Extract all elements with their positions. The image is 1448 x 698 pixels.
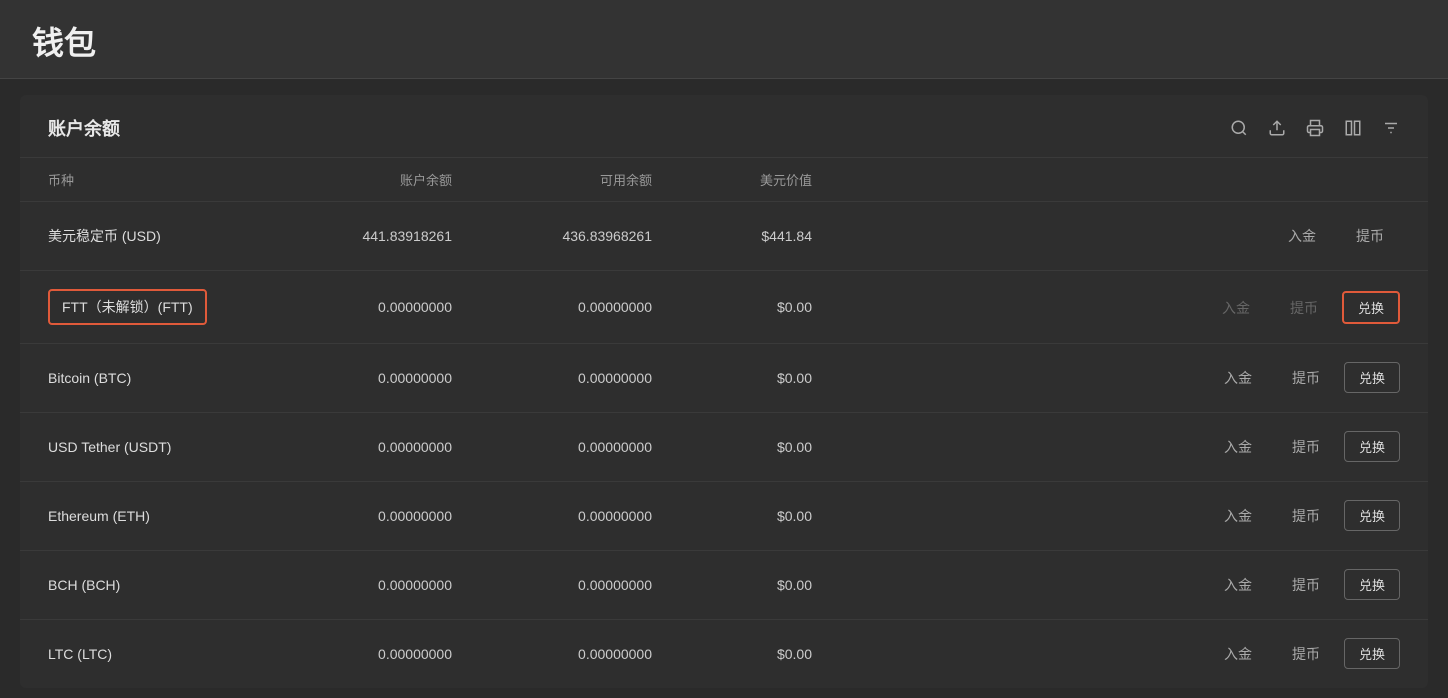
deposit-button[interactable]: 入金 xyxy=(1208,638,1268,670)
filter-icon[interactable] xyxy=(1382,119,1400,137)
actions-cell: 入金提币兑换 xyxy=(840,620,1428,689)
available-cell: 0.00000000 xyxy=(480,413,680,482)
actions-cell: 入金提币兑换 xyxy=(840,271,1428,344)
exchange-button[interactable]: 兑换 xyxy=(1344,638,1400,669)
balance-table: 币种 账户余额 可用余额 美元价值 美元稳定币 (USD)441.8391826… xyxy=(20,158,1428,688)
deposit-button[interactable]: 入金 xyxy=(1208,431,1268,463)
usd-value-cell: $0.00 xyxy=(680,271,840,344)
currency-cell: BCH (BCH) xyxy=(20,551,280,620)
actions-cell: 入金提币兑换 xyxy=(840,413,1428,482)
table-row: FTT（未解锁）(FTT)0.000000000.00000000$0.00入金… xyxy=(20,271,1428,344)
available-cell: 0.00000000 xyxy=(480,620,680,689)
available-cell: 0.00000000 xyxy=(480,271,680,344)
deposit-button[interactable]: 入金 xyxy=(1208,500,1268,532)
withdraw-button[interactable]: 提币 xyxy=(1276,638,1336,670)
usd-value-cell: $441.84 xyxy=(680,202,840,271)
balance-cell: 0.00000000 xyxy=(280,344,480,413)
currency-cell: Ethereum (ETH) xyxy=(20,482,280,551)
table-row: LTC (LTC)0.000000000.00000000$0.00入金提币兑换 xyxy=(20,620,1428,689)
section-title: 账户余额 xyxy=(48,115,120,141)
header-actions xyxy=(840,158,1428,202)
exchange-button[interactable]: 兑换 xyxy=(1344,362,1400,393)
table-row: Ethereum (ETH)0.000000000.00000000$0.00入… xyxy=(20,482,1428,551)
header-usd: 美元价值 xyxy=(680,158,840,202)
balance-cell: 0.00000000 xyxy=(280,551,480,620)
usd-value-cell: $0.00 xyxy=(680,413,840,482)
exchange-button[interactable]: 兑换 xyxy=(1344,500,1400,531)
currency-cell: FTT（未解锁）(FTT) xyxy=(20,271,280,344)
withdraw-button[interactable]: 提币 xyxy=(1276,500,1336,532)
download-icon[interactable] xyxy=(1268,119,1286,137)
balance-cell: 0.00000000 xyxy=(280,271,480,344)
search-icon[interactable] xyxy=(1230,119,1248,137)
table-row: Bitcoin (BTC)0.000000000.00000000$0.00入金… xyxy=(20,344,1428,413)
actions-cell: 入金提币兑换 xyxy=(840,344,1428,413)
deposit-button[interactable]: 入金 xyxy=(1206,292,1266,324)
usd-value-cell: $0.00 xyxy=(680,620,840,689)
exchange-button[interactable]: 兑换 xyxy=(1344,569,1400,600)
withdraw-button[interactable]: 提币 xyxy=(1340,220,1400,252)
balance-cell: 0.00000000 xyxy=(280,620,480,689)
section-header: 账户余额 xyxy=(20,95,1428,158)
withdraw-button[interactable]: 提币 xyxy=(1276,362,1336,394)
balance-cell: 0.00000000 xyxy=(280,413,480,482)
actions-cell: 入金提币兑换 xyxy=(840,482,1428,551)
withdraw-button[interactable]: 提币 xyxy=(1276,431,1336,463)
page-header: 钱包 xyxy=(0,0,1448,79)
header-balance: 账户余额 xyxy=(280,158,480,202)
exchange-button[interactable]: 兑换 xyxy=(1344,431,1400,462)
page-title: 钱包 xyxy=(32,25,96,61)
actions-cell: 入金提币兑换 xyxy=(840,551,1428,620)
withdraw-button[interactable]: 提币 xyxy=(1274,292,1334,324)
table-row: BCH (BCH)0.000000000.00000000$0.00入金提币兑换 xyxy=(20,551,1428,620)
table-row: USD Tether (USDT)0.000000000.00000000$0.… xyxy=(20,413,1428,482)
available-cell: 0.00000000 xyxy=(480,482,680,551)
currency-cell: USD Tether (USDT) xyxy=(20,413,280,482)
deposit-button[interactable]: 入金 xyxy=(1272,220,1332,252)
usd-value-cell: $0.00 xyxy=(680,482,840,551)
withdraw-button[interactable]: 提币 xyxy=(1276,569,1336,601)
available-cell: 0.00000000 xyxy=(480,551,680,620)
currency-cell: Bitcoin (BTC) xyxy=(20,344,280,413)
exchange-button[interactable]: 兑换 xyxy=(1342,291,1400,324)
table-header-row: 币种 账户余额 可用余额 美元价值 xyxy=(20,158,1428,202)
balance-cell: 0.00000000 xyxy=(280,482,480,551)
balance-cell: 441.83918261 xyxy=(280,202,480,271)
currency-cell: LTC (LTC) xyxy=(20,620,280,689)
columns-icon[interactable] xyxy=(1344,119,1362,137)
usd-value-cell: $0.00 xyxy=(680,551,840,620)
usd-value-cell: $0.00 xyxy=(680,344,840,413)
available-cell: 0.00000000 xyxy=(480,344,680,413)
header-available: 可用余额 xyxy=(480,158,680,202)
actions-cell: 入金提币 xyxy=(840,202,1428,271)
toolbar-icons xyxy=(1230,119,1400,137)
available-cell: 436.83968261 xyxy=(480,202,680,271)
header-currency: 币种 xyxy=(20,158,280,202)
table-row: 美元稳定币 (USD)441.83918261436.83968261$441.… xyxy=(20,202,1428,271)
print-icon[interactable] xyxy=(1306,119,1324,137)
currency-cell: 美元稳定币 (USD) xyxy=(20,202,280,271)
main-content: 账户余额 xyxy=(20,95,1428,688)
ftt-name-wrapper: FTT（未解锁）(FTT) xyxy=(48,289,207,325)
deposit-button[interactable]: 入金 xyxy=(1208,569,1268,601)
deposit-button[interactable]: 入金 xyxy=(1208,362,1268,394)
